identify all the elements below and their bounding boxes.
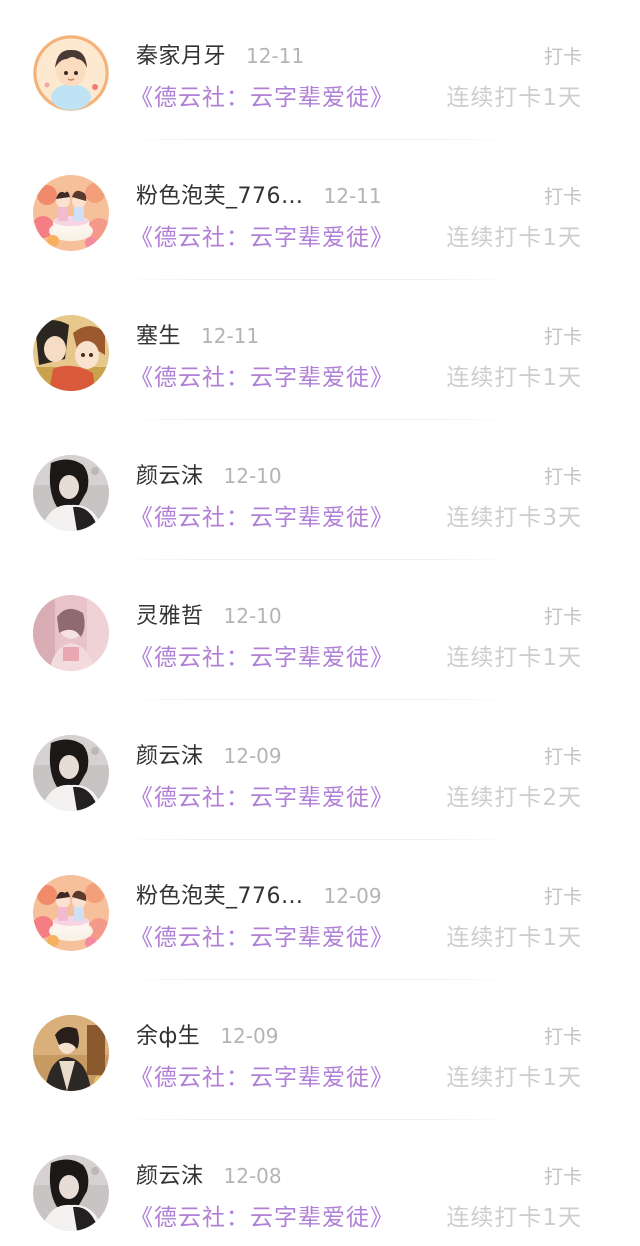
checkin-date: 12-11 [246,44,305,68]
checkin-row[interactable]: 颜云沫 12-10 打卡《德云社：云字辈爱徒》 连续打卡3天 [0,420,640,560]
checkin-row[interactable]: 颜云沫 12-09 打卡《德云社：云字辈爱徒》 连续打卡2天 [0,700,640,840]
course-link[interactable]: 《德云社：云字辈爱徒》 [130,1058,394,1092]
user-info-line: 颜云沫 12-08 [136,1158,282,1192]
streak-count: 连续打卡1天 [446,85,582,111]
checkin-date: 12-08 [223,1164,282,1188]
checkin-tag: 打卡 [543,326,582,348]
user-info-line: 灵雅哲 12-10 [136,598,282,632]
streak-count: 连续打卡2天 [446,785,582,811]
course-link[interactable]: 《德云社：云字辈爱徒》 [130,358,394,392]
user-info-line: 塞生 12-11 [136,318,259,352]
streak-count: 连续打卡1天 [446,925,582,951]
course-link[interactable]: 《德云社：云字辈爱徒》 [130,918,394,952]
checkin-tag: 打卡 [543,466,582,488]
streak-count: 连续打卡1天 [446,645,582,671]
checkin-row[interactable]: 粉色泡芙_776… 12-09 打卡《德云社：云字辈爱徒》 连续打卡1天 [0,840,640,980]
streak-count: 连续打卡1天 [446,365,582,391]
checkin-date: 12-10 [223,604,282,628]
user-name[interactable]: 颜云沫 [136,738,204,770]
checkin-tag: 打卡 [543,1026,582,1048]
checkin-tag: 打卡 [543,1166,582,1188]
checkin-row[interactable]: 粉色泡芙_776… 12-11 打卡《德云社：云字辈爱徒》 连续打卡1天 [0,140,640,280]
pink-portrait-avatar-icon[interactable] [33,595,109,671]
user-name[interactable]: 颜云沫 [136,1158,204,1190]
checkin-date: 12-11 [201,324,260,348]
checkin-date: 12-09 [223,744,282,768]
user-info-line: 颜云沫 12-09 [136,738,282,772]
dark-portrait-avatar-icon[interactable] [33,735,109,811]
course-link[interactable]: 《德云社：云字辈爱徒》 [130,778,394,812]
checkin-row[interactable]: 塞生 12-11 打卡《德云社：云字辈爱徒》 连续打卡1天 [0,280,640,420]
checkin-tag: 打卡 [543,746,582,768]
streak-count: 连续打卡3天 [446,505,582,531]
checkin-date: 12-10 [223,464,282,488]
user-name[interactable]: 余ф生 [136,1018,200,1050]
checkin-list: 秦家月牙 12-11 打卡 《德云社：云字辈爱徒》 连续打卡1天 粉色泡芙_776… 12… [0,0,640,1246]
user-name[interactable]: 颜云沫 [136,458,204,490]
dark-portrait-avatar-icon[interactable] [33,455,109,531]
flower-cake-avatar-icon[interactable] [33,875,109,951]
checkin-row[interactable]: 秦家月牙 12-11 打卡《德云社：云字辈爱徒》 连续打卡1天 [0,0,640,140]
user-info-line: 颜云沫 12-10 [136,458,282,492]
user-name[interactable]: 粉色泡芙_776… [136,178,304,210]
course-link[interactable]: 《德云社：云字辈爱徒》 [130,78,394,112]
streak-count: 连续打卡1天 [446,1205,582,1231]
dark-portrait-avatar-icon[interactable] [33,1155,109,1231]
checkin-row[interactable]: 颜云沫 12-08 打卡《德云社：云字辈爱徒》 连续打卡1天 [0,1120,640,1246]
costume-figure-avatar-icon[interactable] [33,1015,109,1091]
user-info-line: 余ф生 12-09 [136,1018,278,1052]
user-info-line: 秦家月牙 12-11 [136,38,304,72]
checkin-date: 12-09 [220,1024,279,1048]
flower-cake-avatar-icon[interactable] [33,175,109,251]
user-name[interactable]: 粉色泡芙_776… [136,878,304,910]
course-link[interactable]: 《德云社：云字辈爱徒》 [130,1198,394,1232]
checkin-tag: 打卡 [543,606,582,628]
checkin-tag: 打卡 [543,46,582,68]
checkin-tag: 打卡 [543,186,582,208]
course-link[interactable]: 《德云社：云字辈爱徒》 [130,498,394,532]
checkin-row[interactable]: 余ф生 12-09 打卡《德云社：云字辈爱徒》 连续打卡1天 [0,980,640,1120]
checkin-date: 12-11 [323,184,382,208]
streak-count: 连续打卡1天 [446,225,582,251]
course-link[interactable]: 《德云社：云字辈爱徒》 [130,638,394,672]
course-link[interactable]: 《德云社：云字辈爱徒》 [130,218,394,252]
streak-count: 连续打卡1天 [446,1065,582,1091]
checkin-date: 12-09 [323,884,382,908]
user-name[interactable]: 灵雅哲 [136,598,204,630]
user-info-line: 粉色泡芙_776… 12-09 [136,878,382,912]
user-name[interactable]: 塞生 [136,318,181,350]
checkin-row[interactable]: 灵雅哲 12-10 打卡《德云社：云字辈爱徒》 连续打卡1天 [0,560,640,700]
checkin-tag: 打卡 [543,886,582,908]
anime-pair-avatar-icon[interactable] [33,315,109,391]
user-name[interactable]: 秦家月牙 [136,38,226,70]
cartoon-boy-avatar-icon[interactable] [33,35,109,111]
user-info-line: 粉色泡芙_776… 12-11 [136,178,382,212]
